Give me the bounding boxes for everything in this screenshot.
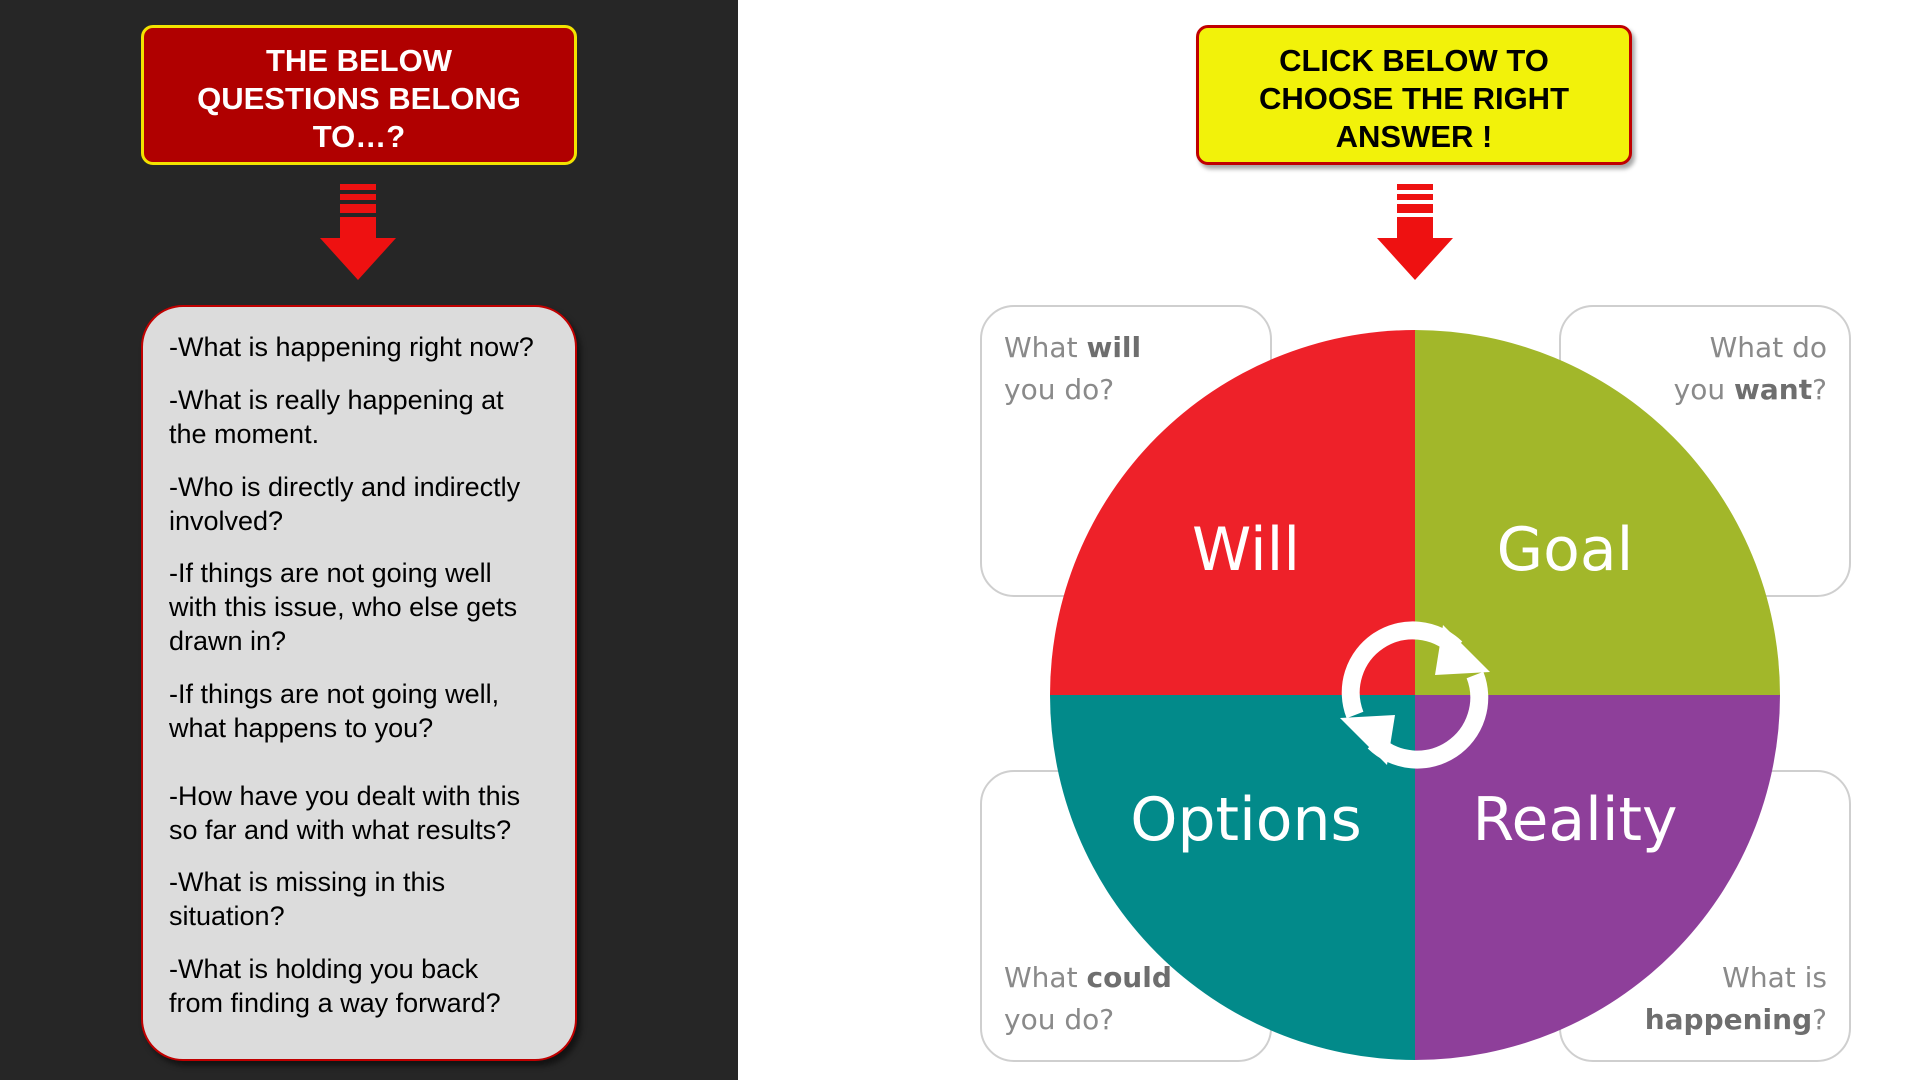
- question-item-5: -If things are not going well, what happ…: [169, 679, 500, 743]
- question-item-6: -How have you dealt with this so far and…: [169, 781, 521, 845]
- instruction-line-3: ANSWER !: [1335, 119, 1493, 154]
- prompt-line-3: TO…?: [312, 119, 406, 154]
- prompt-line-2: QUESTIONS BELONG: [197, 81, 521, 116]
- grow-model-wheel: [1050, 330, 1780, 1060]
- reality-label: Reality: [1472, 785, 1678, 855]
- question-item-7: -What is missing in this situation?: [169, 867, 446, 931]
- down-arrow-icon: [1377, 184, 1453, 280]
- instruction-line-2: CHOOSE THE RIGHT: [1258, 81, 1569, 116]
- answer-instruction-callout: CLICK BELOW TO CHOOSE THE RIGHT ANSWER !: [1196, 25, 1632, 165]
- options-label: Options: [1130, 785, 1362, 855]
- question-prompt-callout: THE BELOW QUESTIONS BELONG TO…?: [141, 25, 577, 165]
- options-quadrant[interactable]: [1050, 695, 1415, 1060]
- question-item-3: -Who is directly and indirectly involved…: [169, 472, 521, 536]
- will-label: Will: [1191, 515, 1301, 585]
- questions-box: -What is happening right now? -What is r…: [141, 305, 577, 1061]
- instruction-line-1: CLICK BELOW TO: [1279, 43, 1549, 78]
- question-item-4: -If things are not going well with this …: [169, 558, 518, 656]
- goal-label: Goal: [1496, 515, 1634, 585]
- goal-quadrant[interactable]: [1415, 330, 1780, 695]
- reality-quadrant[interactable]: [1415, 695, 1780, 1060]
- will-quadrant[interactable]: [1050, 330, 1415, 695]
- question-item-2: -What is really happening at the moment.: [169, 385, 504, 449]
- prompt-line-1: THE BELOW: [266, 43, 452, 78]
- down-arrow-icon: [320, 184, 396, 280]
- question-item-8: -What is holding you back from finding a…: [169, 954, 501, 1018]
- question-item-1: -What is happening right now?: [169, 332, 534, 362]
